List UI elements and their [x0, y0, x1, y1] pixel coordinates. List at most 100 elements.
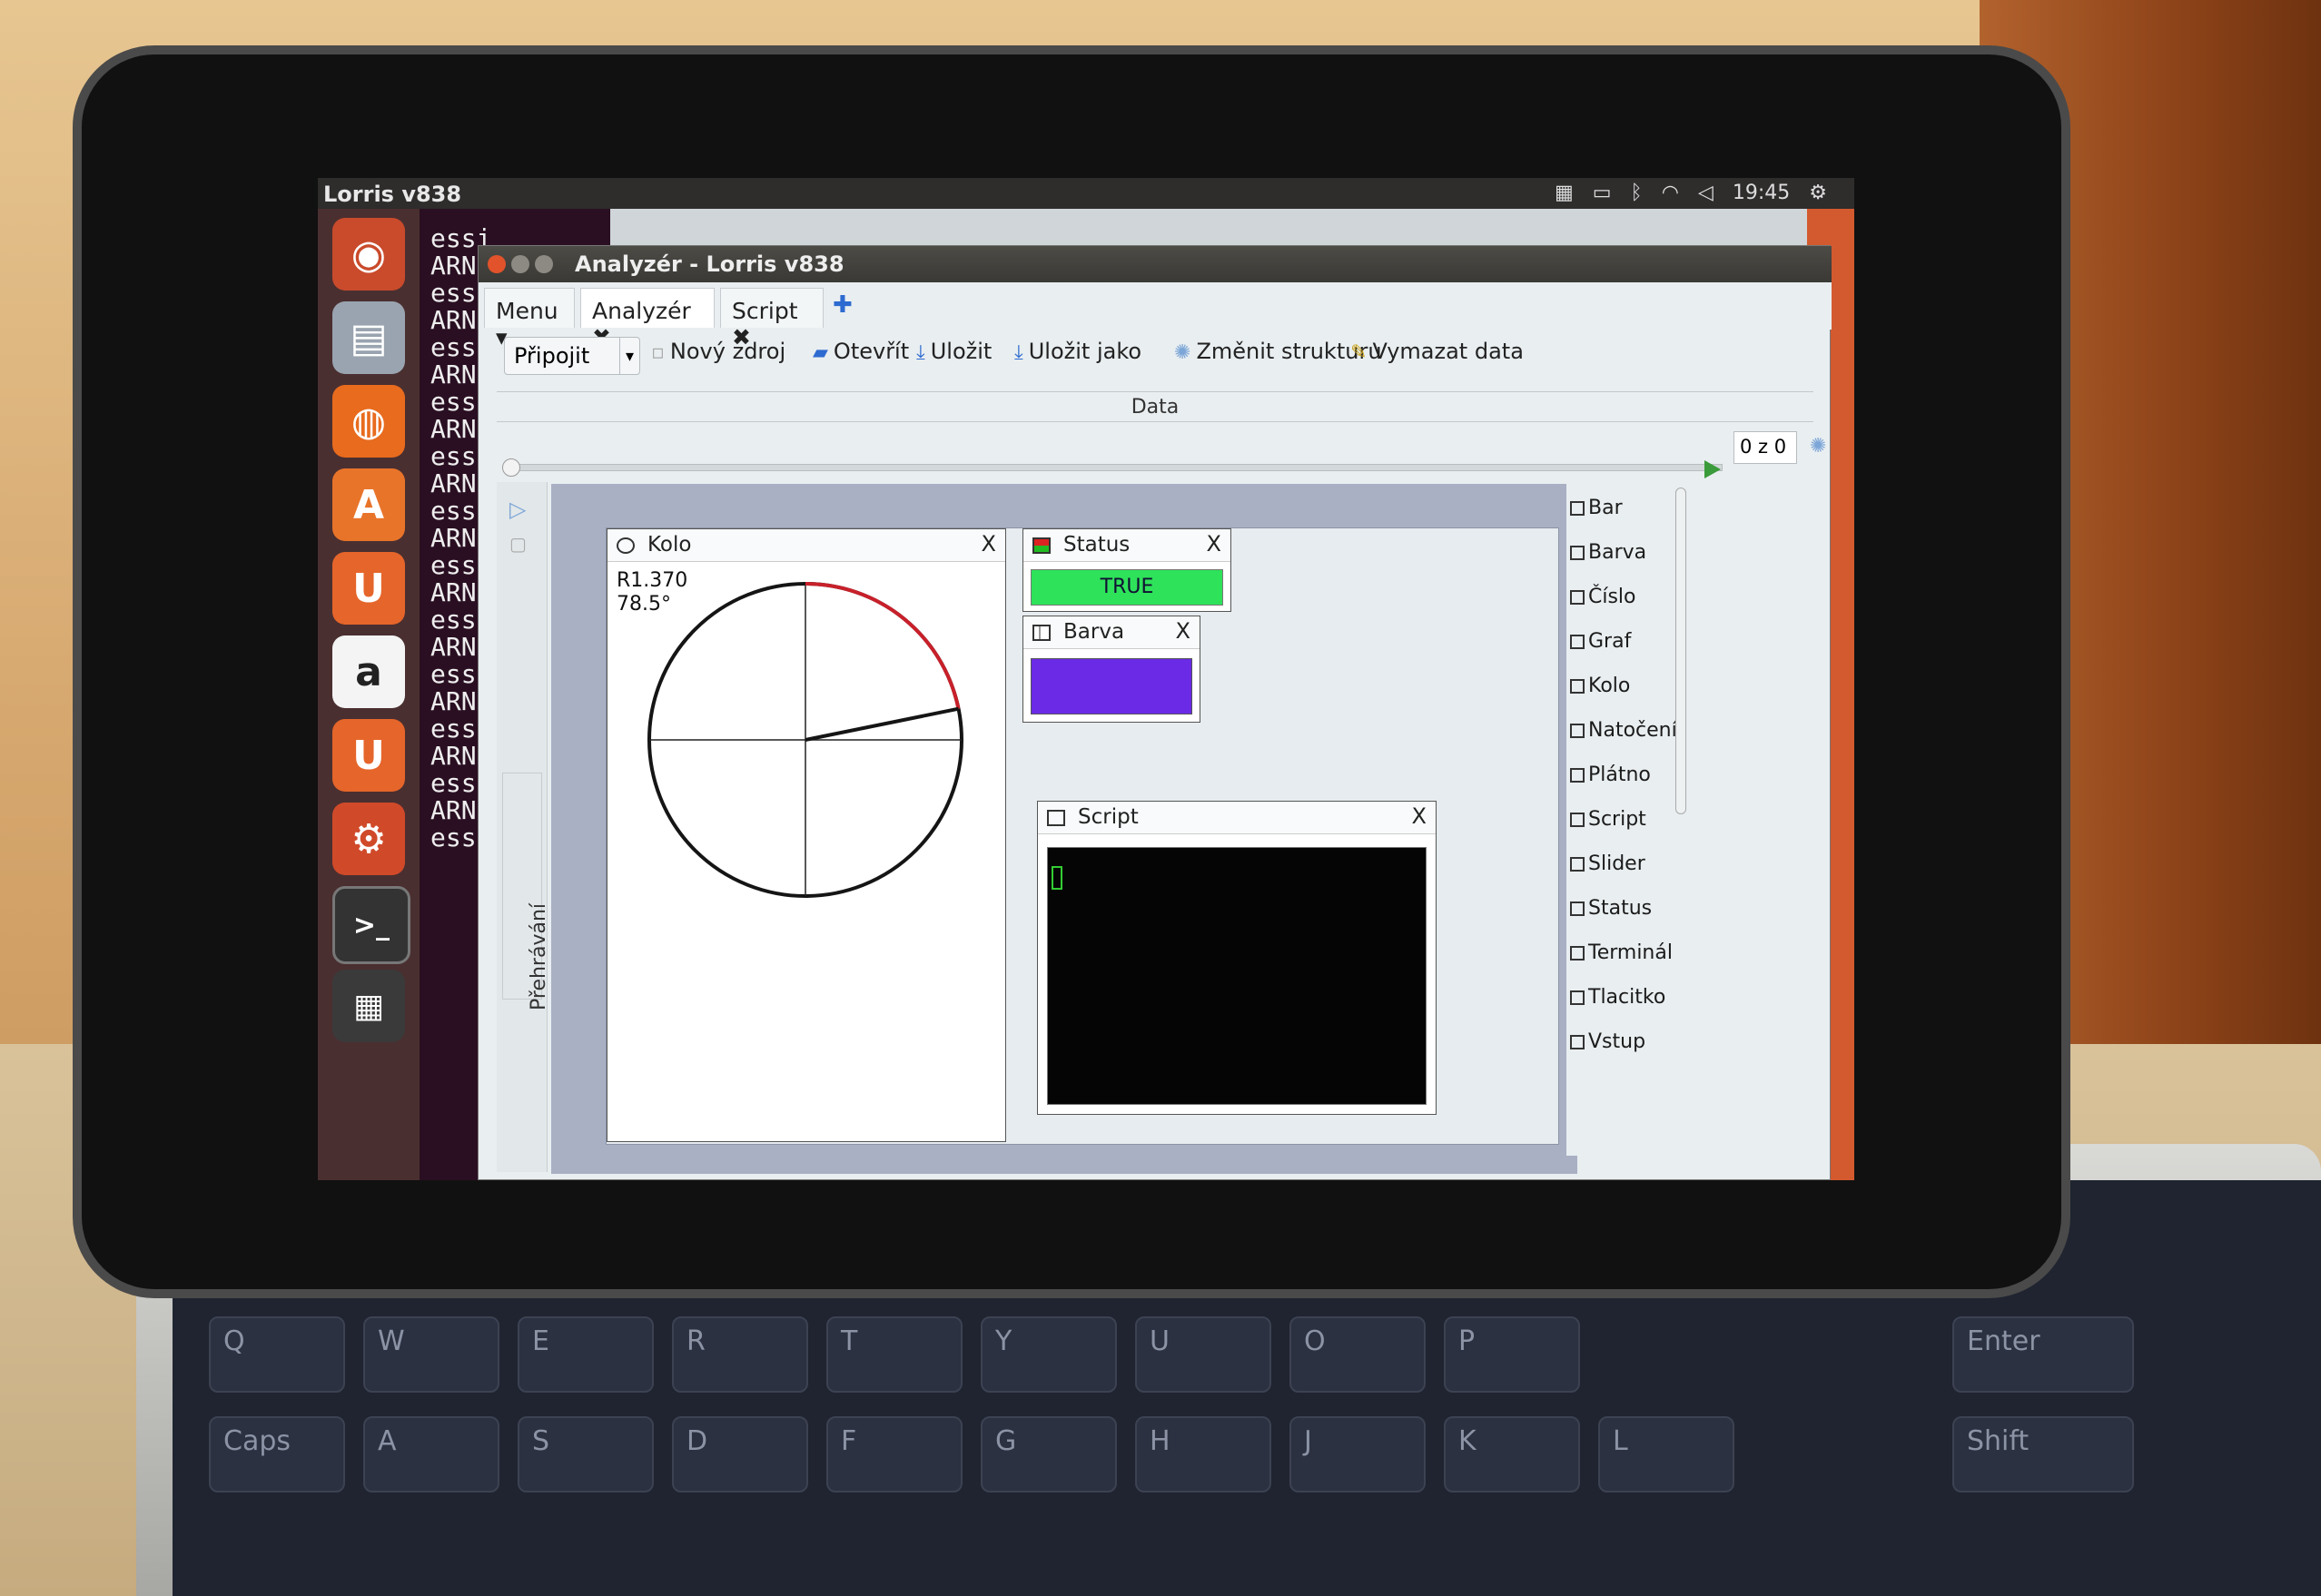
folder-icon: ▰ [813, 341, 828, 364]
close-window-button[interactable] [488, 255, 506, 273]
firefox-icon[interactable]: ◍ [332, 385, 405, 458]
barva-color-swatch [1031, 658, 1192, 714]
add-tab-icon[interactable]: ✚ [833, 291, 853, 319]
tab-menu[interactable]: Menu ▾ [484, 288, 575, 350]
kolo-titlebar[interactable]: Kolo X [607, 529, 1005, 562]
settings-icon[interactable]: ✺ [1810, 435, 1826, 458]
save-as-button[interactable]: ⤓ Uložit jako [1014, 339, 1141, 364]
minimize-window-button[interactable] [511, 255, 529, 273]
system-tray: ▦ ▭ ᛒ ◠ ◁ 19:45 ⚙ [1542, 182, 1827, 204]
status-widget[interactable]: Status X TRUE [1022, 528, 1231, 612]
palette-item[interactable]: Kolo [1570, 675, 1630, 697]
stop-icon[interactable]: ▢ [509, 533, 527, 555]
palette-item[interactable]: Natočení [1570, 719, 1677, 742]
new-file-icon: ▫ [651, 341, 665, 364]
clear-data-button[interactable]: ✎ Vymazat data [1350, 339, 1524, 364]
tab-script[interactable]: Script ✖ [720, 288, 824, 350]
dial-graphic [647, 582, 963, 898]
palette-item[interactable]: Script [1570, 808, 1646, 831]
status-value: TRUE [1031, 569, 1223, 606]
terminal-icon[interactable]: >_ [332, 886, 410, 964]
palette-item[interactable]: Vstup [1570, 1030, 1645, 1053]
key: K [1444, 1416, 1580, 1493]
palette-item[interactable]: Plátno [1570, 764, 1651, 786]
key: Enter [1952, 1316, 2134, 1393]
playback-label[interactable]: Přehrávání [528, 903, 550, 1010]
connect-button[interactable]: Připojit ▾ [504, 337, 640, 375]
battery-icon[interactable]: ▭ [1593, 182, 1612, 204]
wifi-icon[interactable]: ◠ [1662, 182, 1679, 204]
video-icon[interactable]: ▦ [332, 970, 405, 1042]
ubuntu-one-icon[interactable]: U [332, 552, 405, 625]
position-spinbox[interactable]: 0 z 0 [1733, 431, 1797, 464]
key: D [672, 1416, 808, 1493]
barva-titlebar[interactable]: Barva X [1023, 616, 1200, 649]
palette-item-label: Vstup [1588, 1030, 1646, 1053]
play-icon[interactable]: ▷ [509, 497, 526, 522]
status-titlebar[interactable]: Status X [1023, 529, 1230, 562]
volume-icon[interactable]: ◁ [1698, 182, 1714, 204]
close-icon[interactable]: X [982, 531, 996, 557]
text-cursor [1052, 866, 1062, 890]
amazon-icon[interactable]: a [332, 635, 405, 708]
files-icon[interactable]: ▤ [332, 301, 405, 374]
tab-analyzer[interactable]: Analyzér ✖ [580, 288, 715, 350]
key: G [981, 1416, 1117, 1493]
palette-item[interactable]: Barva [1570, 541, 1646, 564]
clear-data-label: Vymazat data [1372, 339, 1524, 364]
save-as-icon: ⤓ [1014, 341, 1023, 364]
key: A [363, 1416, 499, 1493]
widget-type-icon [1570, 590, 1585, 605]
color-bars-icon [1032, 625, 1051, 641]
widget-workarea[interactable]: Kolo X R1.370 78.5° Status X TRUE Barva … [606, 527, 1559, 1145]
palette-item[interactable]: Terminál [1570, 941, 1673, 964]
timeline-handle[interactable] [502, 458, 520, 477]
palette-scrollbar[interactable] [1675, 488, 1686, 814]
save-icon: ⤓ [916, 341, 925, 364]
status-icon [1032, 537, 1051, 554]
data-section-header[interactable]: Data [497, 391, 1813, 422]
widget-type-icon [1570, 901, 1585, 916]
key: Q [209, 1316, 345, 1393]
save-button[interactable]: ⤓ Uložit [916, 339, 992, 364]
close-icon[interactable]: X [1412, 803, 1427, 829]
window-titlebar: Analyzér - Lorris v838 [479, 246, 1832, 282]
key: T [826, 1316, 963, 1393]
kolo-widget[interactable]: Kolo X R1.370 78.5° [607, 528, 1006, 1142]
ubuntu-icon[interactable]: ◉ [332, 218, 405, 291]
chevron-down-icon[interactable]: ▾ [619, 338, 639, 374]
script-terminal[interactable] [1047, 847, 1427, 1105]
palette-item[interactable]: Slider [1570, 852, 1645, 875]
play-arrow-icon[interactable] [1704, 460, 1721, 478]
ubuntu-one-music-icon[interactable]: U [332, 719, 405, 792]
barva-widget[interactable]: Barva X [1022, 616, 1200, 723]
palette-item[interactable]: Status [1570, 897, 1652, 920]
key: H [1135, 1416, 1271, 1493]
close-icon[interactable]: X [1176, 618, 1190, 644]
palette-item[interactable]: Graf [1570, 630, 1631, 653]
clock[interactable]: 19:45 [1733, 182, 1790, 204]
status-title: Status [1063, 533, 1131, 557]
tab-script-label: Script [732, 298, 798, 324]
structure-icon: ✺ [1174, 341, 1191, 364]
close-icon[interactable]: X [1207, 531, 1221, 557]
tab-analyzer-label: Analyzér [592, 298, 691, 324]
widget-type-icon [1570, 946, 1585, 961]
new-source-button[interactable]: ▫ Nový zdroj [651, 339, 785, 364]
palette-item[interactable]: Tlacitko [1570, 986, 1665, 1009]
widget-type-icon [1570, 857, 1585, 872]
script-widget[interactable]: Script X [1037, 801, 1437, 1115]
script-titlebar[interactable]: Script X [1038, 802, 1436, 834]
dial-icon [617, 537, 635, 554]
bluetooth-icon[interactable]: ᛒ [1631, 182, 1643, 204]
gear-icon[interactable]: ⚙ [1809, 182, 1827, 204]
palette-item[interactable]: Bar [1570, 497, 1623, 519]
grid-icon[interactable]: ▦ [1555, 182, 1574, 204]
settings-icon[interactable]: ⚙ [332, 803, 405, 875]
palette-item[interactable]: Číslo [1570, 586, 1636, 608]
maximize-window-button[interactable] [535, 255, 553, 273]
software-center-icon[interactable]: A [332, 468, 405, 541]
timeline-slider[interactable] [506, 464, 1723, 471]
open-button[interactable]: ▰ Otevřít [813, 339, 909, 364]
playback-panel: ▷ ▢ Přehrávání [497, 482, 550, 1172]
